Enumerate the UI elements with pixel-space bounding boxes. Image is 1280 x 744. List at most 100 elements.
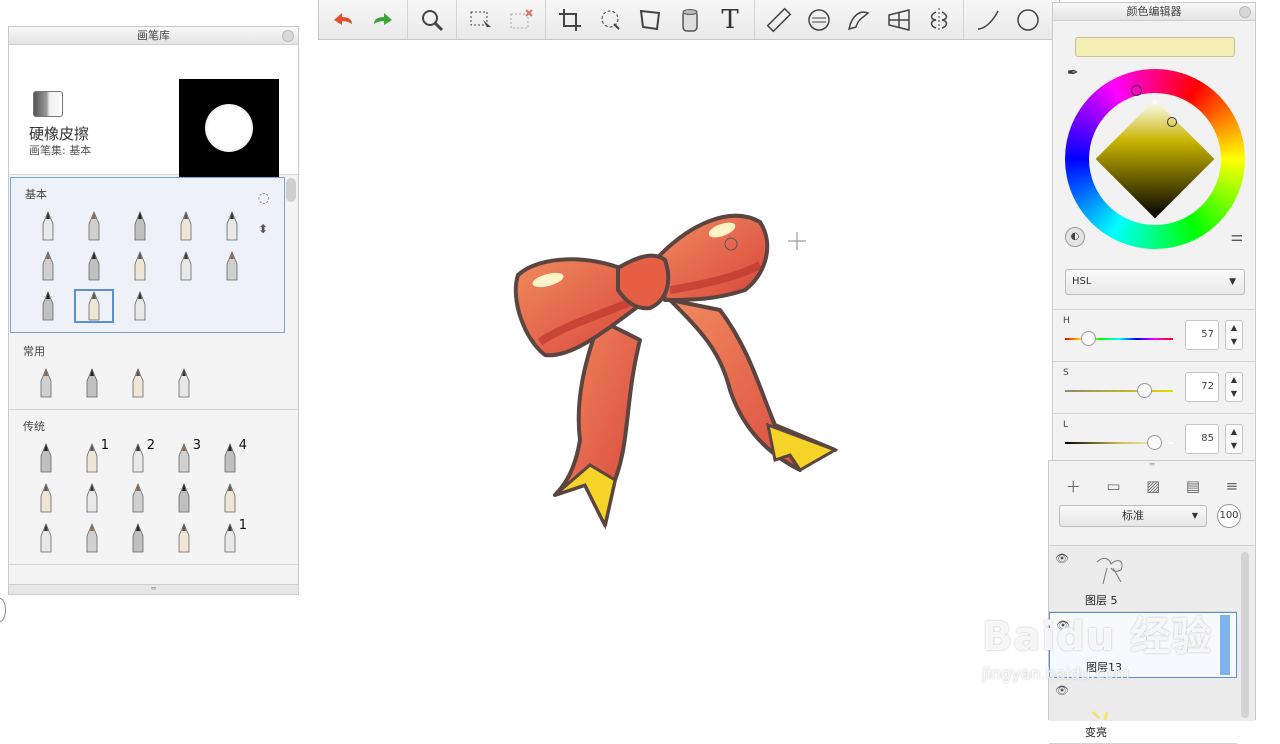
watermark: Baidu 经验 jingyan.baidu.com bbox=[982, 604, 1212, 683]
menu-icon[interactable]: ≡ bbox=[1226, 477, 1239, 495]
slider-value-input[interactable]: 57 bbox=[1185, 320, 1219, 350]
resize-handle[interactable]: ═ bbox=[1049, 461, 1255, 471]
slider-value-input[interactable]: 72 bbox=[1185, 372, 1219, 402]
brush-item[interactable] bbox=[161, 518, 207, 558]
curve-icon[interactable] bbox=[968, 1, 1008, 39]
folder-icon[interactable]: ▭ bbox=[1106, 477, 1120, 495]
brush-grid bbox=[25, 206, 260, 326]
cursor-crosshair-icon bbox=[788, 232, 806, 250]
reorder-icon[interactable]: ⬍ bbox=[258, 222, 268, 236]
circle-icon[interactable] bbox=[1008, 1, 1048, 39]
brush-item[interactable] bbox=[163, 246, 209, 286]
redo-icon[interactable] bbox=[363, 1, 403, 39]
brush-item[interactable]: 1 bbox=[69, 438, 115, 478]
layer-opacity-bar[interactable] bbox=[1220, 615, 1230, 675]
close-icon[interactable] bbox=[282, 30, 294, 42]
blend-row: 标准 ▼ 100 bbox=[1049, 501, 1255, 531]
stepper[interactable]: ▲ ▼ bbox=[1225, 424, 1243, 454]
blend-mode-select[interactable]: 标准 ▼ bbox=[1059, 505, 1207, 527]
layer-row[interactable]: 👁 变亮 bbox=[1049, 678, 1237, 744]
undo-icon[interactable] bbox=[323, 1, 363, 39]
close-icon[interactable] bbox=[1239, 6, 1251, 18]
color-wheel[interactable] bbox=[1065, 69, 1245, 249]
hue-marker[interactable] bbox=[1131, 85, 1142, 96]
ruler-icon[interactable] bbox=[759, 1, 799, 39]
brush-item[interactable] bbox=[69, 478, 115, 518]
slider-label: S bbox=[1063, 368, 1069, 378]
current-color-swatch[interactable] bbox=[1075, 37, 1235, 57]
color-history-icon[interactable]: ◐ bbox=[1065, 227, 1085, 247]
slider-knob[interactable] bbox=[1137, 383, 1152, 398]
brush-variant-number: 1 bbox=[238, 518, 247, 533]
text-tool-label: T bbox=[721, 4, 739, 35]
brush-category-basic[interactable]: 基本 ◌ ⬍ bbox=[10, 177, 285, 333]
brush-item[interactable] bbox=[23, 438, 69, 478]
brush-item[interactable] bbox=[23, 518, 69, 558]
brush-category-common[interactable]: 常用 bbox=[9, 335, 298, 410]
brush-item[interactable] bbox=[23, 478, 69, 518]
brush-item[interactable] bbox=[115, 363, 161, 403]
select-subtract-icon[interactable] bbox=[501, 1, 541, 39]
color-editor-title[interactable]: 颜色编辑器 bbox=[1053, 3, 1255, 21]
brush-item[interactable] bbox=[115, 518, 161, 558]
transform-icon[interactable] bbox=[630, 1, 670, 39]
brush-item[interactable] bbox=[161, 478, 207, 518]
brush-item[interactable] bbox=[117, 286, 163, 326]
slider-knob[interactable] bbox=[1081, 331, 1096, 346]
slider-knob[interactable] bbox=[1147, 435, 1162, 450]
brush-item[interactable] bbox=[71, 206, 117, 246]
brush-item[interactable]: 1 bbox=[207, 518, 253, 558]
resize-handle[interactable]: ═ bbox=[9, 584, 298, 594]
eyedropper-icon[interactable]: ✒ bbox=[1067, 65, 1079, 81]
brush-item[interactable] bbox=[163, 206, 209, 246]
brush-category-traditional[interactable]: 传统 1 2 3 4 1 bbox=[9, 410, 298, 565]
lasso-icon[interactable] bbox=[590, 1, 630, 39]
fill-bucket-icon[interactable] bbox=[670, 1, 710, 39]
brush-item[interactable] bbox=[207, 478, 253, 518]
brush-list[interactable]: 基本 ◌ ⬍ 常用 传统 1 2 3 4 1 bbox=[9, 176, 298, 586]
brush-item[interactable]: 4 bbox=[207, 438, 253, 478]
layer-row[interactable]: 👁 图层 5 bbox=[1049, 546, 1237, 612]
brush-item[interactable] bbox=[209, 206, 255, 246]
ellipse-guide-icon[interactable] bbox=[799, 1, 839, 39]
brush-item[interactable] bbox=[69, 363, 115, 403]
stepper[interactable]: ▲ ▼ bbox=[1225, 320, 1243, 350]
french-curve-icon[interactable] bbox=[839, 1, 879, 39]
brush-item[interactable]: 2 bbox=[115, 438, 161, 478]
crop-icon[interactable] bbox=[550, 1, 590, 39]
select-icon[interactable] bbox=[461, 1, 501, 39]
slider-value-input[interactable]: 85 bbox=[1185, 424, 1219, 454]
brush-item[interactable] bbox=[69, 518, 115, 558]
brush-item[interactable] bbox=[25, 286, 71, 326]
brush-item[interactable] bbox=[71, 286, 117, 326]
sliders-settings-icon[interactable]: ⚌ bbox=[1230, 229, 1243, 245]
slider-track[interactable] bbox=[1065, 390, 1173, 392]
brush-library-title[interactable]: 画笔库 bbox=[9, 27, 298, 45]
mask-icon[interactable]: ▤ bbox=[1186, 477, 1200, 495]
opacity-control[interactable]: 100 bbox=[1217, 504, 1241, 528]
scrollbar[interactable] bbox=[286, 178, 296, 202]
scrollbar[interactable] bbox=[1241, 552, 1249, 718]
text-icon[interactable]: T bbox=[710, 1, 750, 39]
brush-item[interactable] bbox=[115, 478, 161, 518]
eye-icon[interactable]: 👁 bbox=[1055, 684, 1069, 697]
brush-item[interactable] bbox=[161, 363, 207, 403]
dotted-circle-icon[interactable]: ◌ bbox=[258, 190, 270, 206]
symmetry-icon[interactable] bbox=[919, 1, 959, 39]
stepper[interactable]: ▲ ▼ bbox=[1225, 372, 1243, 402]
brush-item[interactable] bbox=[117, 246, 163, 286]
brush-item[interactable] bbox=[25, 206, 71, 246]
perspective-icon[interactable] bbox=[879, 1, 919, 39]
eye-icon[interactable]: 👁 bbox=[1055, 552, 1069, 565]
brush-item[interactable] bbox=[71, 246, 117, 286]
brush-item[interactable] bbox=[209, 246, 255, 286]
brush-item[interactable] bbox=[117, 206, 163, 246]
brush-item[interactable]: 3 bbox=[161, 438, 207, 478]
image-layer-icon[interactable]: ▨ bbox=[1146, 477, 1160, 495]
color-marker[interactable] bbox=[1167, 117, 1177, 127]
add-layer-icon[interactable]: ＋ bbox=[1066, 476, 1081, 497]
zoom-icon[interactable] bbox=[412, 1, 452, 39]
brush-item[interactable] bbox=[23, 363, 69, 403]
brush-item[interactable] bbox=[25, 246, 71, 286]
color-model-select[interactable]: HSL ▼ bbox=[1065, 269, 1245, 295]
